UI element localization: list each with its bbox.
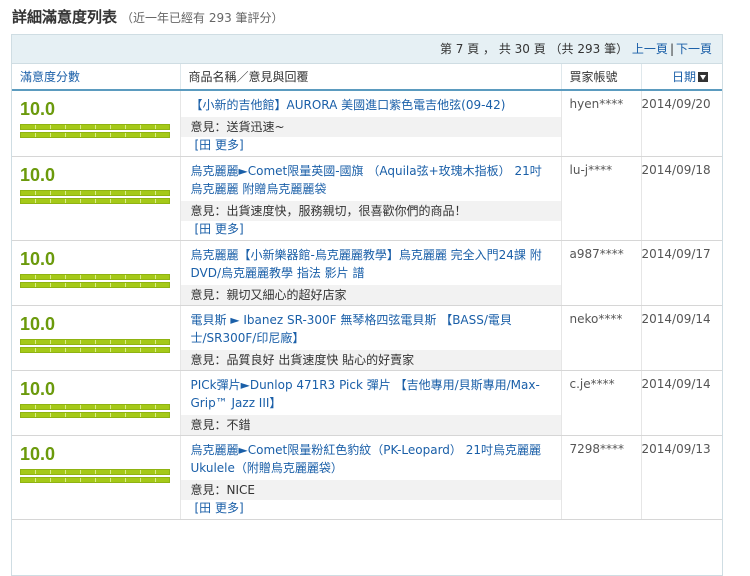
score-cell: 10.0: [12, 435, 180, 520]
pager-summary: 第 7 頁 ， 共 30 頁 （共 293 筆）: [439, 42, 629, 56]
score-cell: 10.0: [12, 370, 180, 436]
product-link[interactable]: 電貝斯 ► Ibanez SR-300F 無琴格四弦電貝斯 【BASS/電貝士/…: [181, 306, 561, 350]
buyer-account: hyen****: [560, 90, 641, 157]
pager-separator: |: [669, 42, 674, 56]
product-link[interactable]: 烏克麗麗►Comet限量英國-國旗 （Aquila弦+玫瑰木指板） 21吋烏克麗…: [181, 157, 561, 201]
more-link[interactable]: [田 更多]: [181, 221, 561, 240]
page-title: 詳細滿意度列表: [12, 8, 118, 26]
buyer-comment: 意見：出貨速度快，服務親切，很喜歡你們的商品！: [180, 201, 561, 221]
review-date: 2014/09/14: [640, 370, 722, 436]
score-value: 10.0: [20, 379, 56, 399]
score-cell: 10.0: [12, 156, 180, 241]
column-header-product: 商品名稱／意見與回覆: [179, 64, 561, 91]
score-value: 10.0: [20, 444, 56, 464]
score-bar-fill: [20, 404, 170, 410]
buyer-comment: 意見：送貨迅速~: [180, 117, 561, 137]
pager-bar: 第 7 頁 ， 共 30 頁 （共 293 筆） 上一頁 | 下一頁: [12, 35, 722, 64]
column-header-date-label[interactable]: 日期: [672, 70, 696, 84]
buyer-comment: 意見：親切又細心的超好店家: [180, 285, 561, 305]
score-bar-fill: [20, 190, 170, 196]
table-row: 10.0 烏克麗麗►Comet限量英國-國旗 （Aquila弦+玫瑰木指板） 2…: [12, 156, 722, 241]
buyer-account: lu-j****: [560, 156, 641, 241]
review-date: 2014/09/18: [640, 156, 722, 241]
product-link[interactable]: PICk彈片►Dunlop 471R3 Pick 彈片 【吉他專用/貝斯專用/M…: [181, 371, 561, 415]
product-link[interactable]: 烏克麗麗【小新樂器館-烏克麗麗教學】烏克麗麗 完全入門24課 附 DVD/烏克麗…: [181, 241, 561, 285]
product-cell: 【小新的吉他館】AURORA 美國進口紫色電吉他弦(09-42) 意見：送貨迅速…: [179, 90, 561, 157]
column-header-score[interactable]: 滿意度分數: [12, 64, 180, 91]
buyer-account: 7298****: [560, 435, 641, 520]
score-bar-fill: [20, 477, 170, 483]
product-cell: PICk彈片►Dunlop 471R3 Pick 彈片 【吉他專用/貝斯專用/M…: [179, 370, 561, 436]
product-link[interactable]: 【小新的吉他館】AURORA 美國進口紫色電吉他弦(09-42): [181, 91, 561, 117]
review-date: 2014/09/17: [640, 240, 722, 306]
buyer-account: c.je****: [560, 370, 641, 436]
review-date: 2014/09/14: [640, 305, 722, 371]
more-link[interactable]: [田 更多]: [181, 137, 561, 156]
page-heading: 詳細滿意度列表 （近一年已經有 293 筆評分）: [12, 6, 284, 28]
score-bar: [20, 404, 170, 418]
buyer-account: neko****: [560, 305, 641, 371]
score-value: 10.0: [20, 165, 56, 185]
score-bar: [20, 190, 170, 204]
product-cell: 電貝斯 ► Ibanez SR-300F 無琴格四弦電貝斯 【BASS/電貝士/…: [179, 305, 561, 371]
sort-down-icon[interactable]: [698, 72, 708, 82]
score-bar: [20, 339, 170, 353]
score-cell: 10.0: [12, 240, 180, 306]
column-header-buyer: 買家帳號: [560, 64, 641, 91]
score-cell: 10.0: [12, 305, 180, 371]
score-bar-fill: [20, 469, 170, 475]
product-cell: 烏克麗麗【小新樂器館-烏克麗麗教學】烏克麗麗 完全入門24課 附 DVD/烏克麗…: [179, 240, 561, 306]
prev-page-link[interactable]: 上一頁: [632, 42, 668, 56]
score-bar-fill: [20, 132, 170, 138]
review-table: 滿意度分數 商品名稱／意見與回覆 買家帳號 日期 10.0 【小新的吉他館】AU…: [12, 64, 722, 520]
product-cell: 烏克麗麗►Comet限量英國-國旗 （Aquila弦+玫瑰木指板） 21吋烏克麗…: [179, 156, 561, 241]
score-bar-fill: [20, 347, 170, 353]
score-bar: [20, 274, 170, 288]
product-link[interactable]: 烏克麗麗►Comet限量粉紅色豹紋（PK-Leopard） 21吋烏克麗麗 Uk…: [181, 436, 561, 480]
buyer-comment: 意見：不錯: [180, 415, 561, 435]
buyer-comment: 意見：NICE: [180, 480, 561, 500]
score-bar-fill: [20, 198, 170, 204]
score-value: 10.0: [20, 249, 56, 269]
review-date: 2014/09/20: [640, 90, 722, 157]
buyer-account: a987****: [560, 240, 641, 306]
table-header-row: 滿意度分數 商品名稱／意見與回覆 買家帳號 日期: [12, 64, 722, 91]
score-bar: [20, 124, 170, 138]
review-panel: 第 7 頁 ， 共 30 頁 （共 293 筆） 上一頁 | 下一頁 滿意度分數 商…: [11, 34, 723, 576]
review-count-subtitle: （近一年已經有 293 筆評分）: [121, 11, 284, 25]
next-page-link[interactable]: 下一頁: [676, 42, 712, 56]
table-row: 10.0 電貝斯 ► Ibanez SR-300F 無琴格四弦電貝斯 【BASS…: [12, 305, 722, 371]
score-bar-fill: [20, 124, 170, 130]
score-bar: [20, 469, 170, 483]
score-value: 10.0: [20, 99, 56, 119]
score-value: 10.0: [20, 314, 56, 334]
buyer-comment: 意見：品質良好 出貨速度快 貼心的好賣家: [180, 350, 561, 370]
table-row: 10.0 烏克麗麗【小新樂器館-烏克麗麗教學】烏克麗麗 完全入門24課 附 DV…: [12, 240, 722, 306]
score-bar-fill: [20, 339, 170, 345]
score-cell: 10.0: [12, 90, 180, 157]
review-list: 10.0 【小新的吉他館】AURORA 美國進口紫色電吉他弦(09-42) 意見…: [12, 90, 722, 520]
column-header-date[interactable]: 日期: [640, 64, 722, 91]
table-row: 10.0 【小新的吉他館】AURORA 美國進口紫色電吉他弦(09-42) 意見…: [12, 90, 722, 157]
score-bar-fill: [20, 412, 170, 418]
table-row: 10.0 PICk彈片►Dunlop 471R3 Pick 彈片 【吉他專用/貝…: [12, 370, 722, 436]
more-link[interactable]: [田 更多]: [181, 500, 561, 519]
product-cell: 烏克麗麗►Comet限量粉紅色豹紋（PK-Leopard） 21吋烏克麗麗 Uk…: [179, 435, 561, 520]
score-bar-fill: [20, 274, 170, 280]
table-row: 10.0 烏克麗麗►Comet限量粉紅色豹紋（PK-Leopard） 21吋烏克…: [12, 435, 722, 520]
score-bar-fill: [20, 282, 170, 288]
review-date: 2014/09/13: [640, 435, 722, 520]
